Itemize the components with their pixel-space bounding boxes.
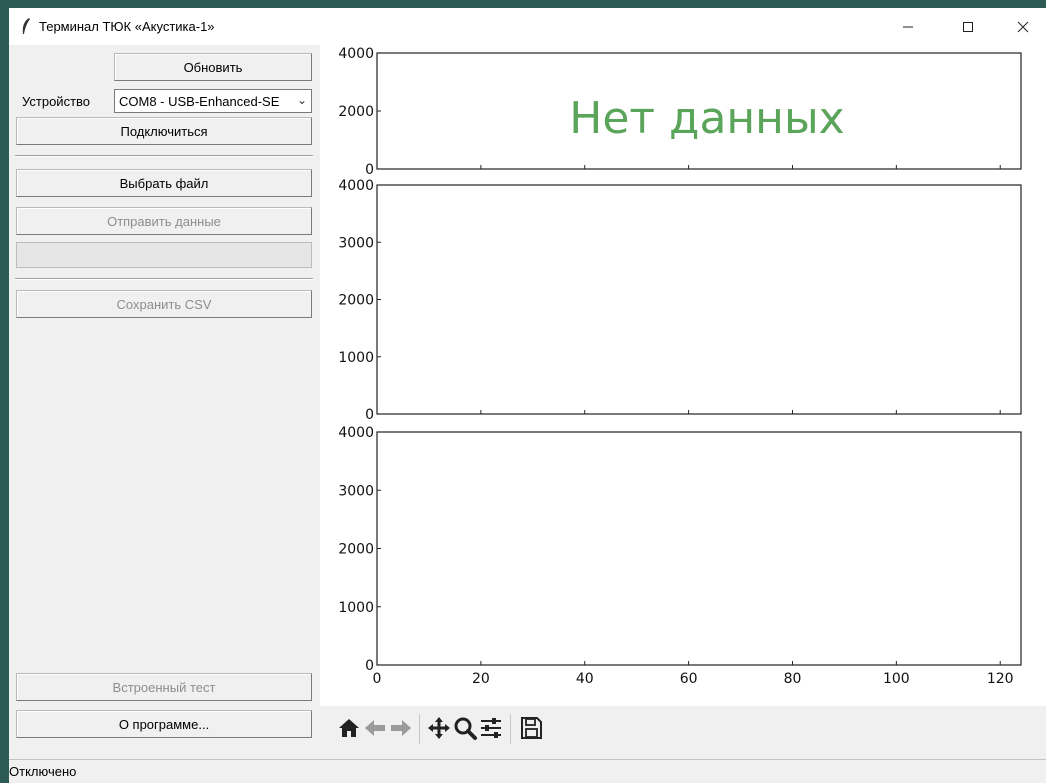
save-icon[interactable] bbox=[518, 715, 544, 741]
self-test-button[interactable]: Встроенный тест bbox=[16, 673, 312, 701]
connection-status: Отключено bbox=[9, 764, 77, 779]
chevron-down-icon: ⌄ bbox=[296, 93, 307, 107]
title-bar: Терминал ТЮК «Акустика-1» bbox=[9, 8, 1046, 45]
y-tick-label: 1000 bbox=[338, 350, 374, 366]
y-tick-label: 4000 bbox=[338, 425, 374, 441]
x-tick-label: 120 bbox=[987, 671, 1014, 687]
app-window: Терминал ТЮК «Акустика-1» Обновить Устро… bbox=[9, 8, 1046, 783]
forward-icon[interactable] bbox=[388, 715, 414, 741]
pan-icon[interactable] bbox=[426, 715, 452, 741]
window-title: Терминал ТЮК «Акустика-1» bbox=[39, 19, 215, 34]
zoom-icon[interactable] bbox=[452, 715, 478, 741]
navigation-toolbar bbox=[320, 706, 1046, 755]
no-data-message: Нет данных bbox=[569, 93, 844, 144]
choose-file-button[interactable]: Выбрать файл bbox=[16, 169, 312, 197]
home-icon[interactable] bbox=[336, 715, 362, 741]
x-tick-label: 20 bbox=[472, 671, 490, 687]
toolbar-separator bbox=[419, 714, 420, 744]
configure-subplots-icon[interactable] bbox=[478, 715, 504, 741]
separator bbox=[15, 278, 313, 280]
axes-frame-2 bbox=[376, 184, 1022, 415]
y-tick-label: 4000 bbox=[338, 178, 374, 194]
toolbar-separator bbox=[510, 714, 511, 744]
x-tick-label: 100 bbox=[883, 671, 910, 687]
minimize-icon bbox=[903, 26, 913, 27]
x-tick-label: 40 bbox=[576, 671, 594, 687]
y-tick-label: 2000 bbox=[338, 104, 374, 120]
y-tick-label: 3000 bbox=[338, 235, 374, 251]
separator bbox=[15, 155, 313, 157]
y-tick-label: 4000 bbox=[338, 46, 374, 62]
y-tick-label: 1000 bbox=[338, 600, 374, 616]
x-tick-label: 0 bbox=[373, 671, 382, 687]
x-tick-label: 60 bbox=[680, 671, 698, 687]
feather-icon bbox=[22, 18, 30, 34]
device-select[interactable]: COM8 - USB-Enhanced-SE ⌄ bbox=[114, 89, 312, 113]
y-tick-label: 2000 bbox=[338, 293, 374, 309]
back-icon[interactable] bbox=[362, 715, 388, 741]
minimize-button[interactable] bbox=[885, 8, 931, 45]
plot-canvas[interactable]: 0 2000 4000 0 1000 2000 3000 4000 0 1000 2000 3000 4… bbox=[320, 45, 1046, 706]
axes-frame-3 bbox=[376, 431, 1022, 666]
x-tick-label: 80 bbox=[784, 671, 802, 687]
maximize-button[interactable] bbox=[945, 8, 991, 45]
save-csv-button[interactable]: Сохранить CSV bbox=[16, 290, 312, 318]
y-tick-label: 3000 bbox=[338, 483, 374, 499]
close-icon bbox=[1017, 21, 1029, 32]
connect-button[interactable]: Подключиться bbox=[16, 117, 312, 145]
refresh-button[interactable]: Обновить bbox=[114, 53, 312, 81]
send-data-button[interactable]: Отправить данные bbox=[16, 207, 312, 235]
device-label: Устройство bbox=[22, 94, 91, 109]
plots-svg: 0200040000100020003000400001000200030004… bbox=[338, 46, 1022, 687]
upload-progress-bar bbox=[16, 242, 312, 268]
device-select-value: COM8 - USB-Enhanced-SE bbox=[119, 94, 280, 109]
maximize-icon bbox=[963, 21, 973, 32]
y-tick-label: 2000 bbox=[338, 542, 374, 558]
status-bar: Отключено bbox=[9, 759, 1046, 783]
close-button[interactable] bbox=[1000, 8, 1046, 45]
y-tick-label: 0 bbox=[365, 162, 374, 178]
y-tick-label: 0 bbox=[365, 407, 374, 423]
about-button[interactable]: О программе... bbox=[16, 710, 312, 738]
